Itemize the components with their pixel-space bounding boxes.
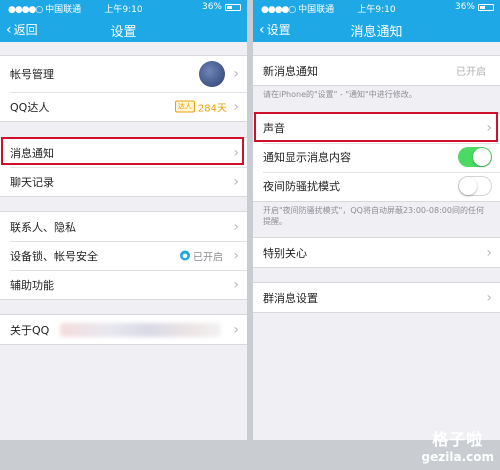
chevron-right-icon: › xyxy=(233,98,239,115)
settings-item-chat-history[interactable]: 聊天记录 › xyxy=(0,167,247,196)
navigation-bar: ‹ 设置 消息通知 xyxy=(253,16,500,42)
sound-row[interactable]: 声音 › xyxy=(253,114,500,143)
battery-icon xyxy=(225,3,241,11)
chevron-right-icon: › xyxy=(233,173,239,190)
show-content-row: 通知显示消息内容 xyxy=(253,142,500,172)
settings-group-privacy: 联系人、隐私 › 设备锁、帐号安全 ● 已开启 › 辅助功能 › xyxy=(0,211,247,300)
sound-display-group: 声音 › 通知显示消息内容 夜间防骚扰模式 xyxy=(253,112,500,202)
toggle-knob xyxy=(459,177,477,196)
chevron-right-icon: › xyxy=(233,276,239,293)
new-message-hint: 请在iPhone的"设置" - "通知"中进行修改。 xyxy=(263,90,417,99)
battery-indicator: 36% xyxy=(455,2,494,12)
settings-item-about-qq[interactable]: 关于QQ › xyxy=(0,315,247,344)
special-care-row[interactable]: 特别关心 › xyxy=(253,238,500,267)
battery-indicator: 36% xyxy=(202,2,241,12)
chevron-right-icon: › xyxy=(486,244,492,261)
settings-item-message-notifications[interactable]: 消息通知 › xyxy=(0,138,247,167)
avatar xyxy=(199,61,225,87)
night-mode-toggle[interactable] xyxy=(458,176,492,197)
chevron-right-icon: › xyxy=(233,247,239,264)
lock-icon: ● xyxy=(180,250,190,261)
notifications-screen: ●●●●○ 中国联通 上午9:10 36% ‹ 设置 消息通知 新消息通知 已开… xyxy=(253,0,500,440)
battery-icon xyxy=(478,3,494,11)
toggle-knob xyxy=(473,148,491,167)
expert-badge: 达人 284天 xyxy=(174,99,227,114)
navigation-bar: ‹ 返回 设置 xyxy=(0,16,247,42)
settings-screen: ●●●●○ 中国联通 上午9:10 36% ‹ 返回 设置 帐号管理 › QQ达… xyxy=(0,0,247,440)
settings-group-messages: 消息通知 › 聊天记录 › xyxy=(0,137,247,197)
watermark-logo: 格子啦 gezila.com xyxy=(421,430,494,464)
chevron-right-icon: › xyxy=(233,144,239,161)
blurred-version-info xyxy=(60,322,221,337)
crown-icon: 达人 xyxy=(174,100,195,113)
chevron-right-icon: › xyxy=(233,66,239,82)
settings-item-contacts-privacy[interactable]: 联系人、隐私 › xyxy=(0,212,247,241)
settings-item-accessibility[interactable]: 辅助功能 › xyxy=(0,270,247,299)
settings-group-about: 关于QQ › xyxy=(0,314,247,345)
chevron-right-icon: › xyxy=(486,120,492,137)
chevron-right-icon: › xyxy=(486,289,492,306)
chevron-right-icon: › xyxy=(233,218,239,235)
page-title: 设置 xyxy=(110,25,137,40)
status-badge: ● 已开启 xyxy=(180,248,227,263)
show-content-toggle[interactable] xyxy=(458,147,492,168)
settings-group-account: 帐号管理 › QQ达人 达人 284天 › xyxy=(0,55,247,122)
status-bar: ●●●●○ 中国联通 上午9:10 36% xyxy=(253,0,500,16)
new-message-notification-row: 新消息通知 已开启 xyxy=(263,64,486,79)
settings-item-device-lock[interactable]: 设备锁、帐号安全 ● 已开启 › xyxy=(0,241,247,270)
night-mode-hint: 开启"夜间防骚扰模式"，QQ将自动屏蔽23:00-08:00间的任何提醒。 xyxy=(263,205,484,226)
new-message-group: 新消息通知 已开启 xyxy=(253,55,500,86)
status-bar: ●●●●○ 中国联通 上午9:10 36% xyxy=(0,0,247,16)
night-mode-row: 夜间防骚扰模式 xyxy=(253,171,500,201)
page-title: 消息通知 xyxy=(350,25,403,40)
group-message-group: 群消息设置 › xyxy=(253,282,500,314)
new-message-status: 已开启 xyxy=(456,67,486,78)
settings-item-account-management[interactable]: 帐号管理 › xyxy=(0,56,247,92)
settings-item-qq-expert[interactable]: QQ达人 达人 284天 › xyxy=(0,92,247,121)
group-message-settings-row[interactable]: 群消息设置 › xyxy=(253,283,500,312)
chevron-right-icon: › xyxy=(233,321,239,338)
special-care-group: 特别关心 › xyxy=(253,237,500,269)
